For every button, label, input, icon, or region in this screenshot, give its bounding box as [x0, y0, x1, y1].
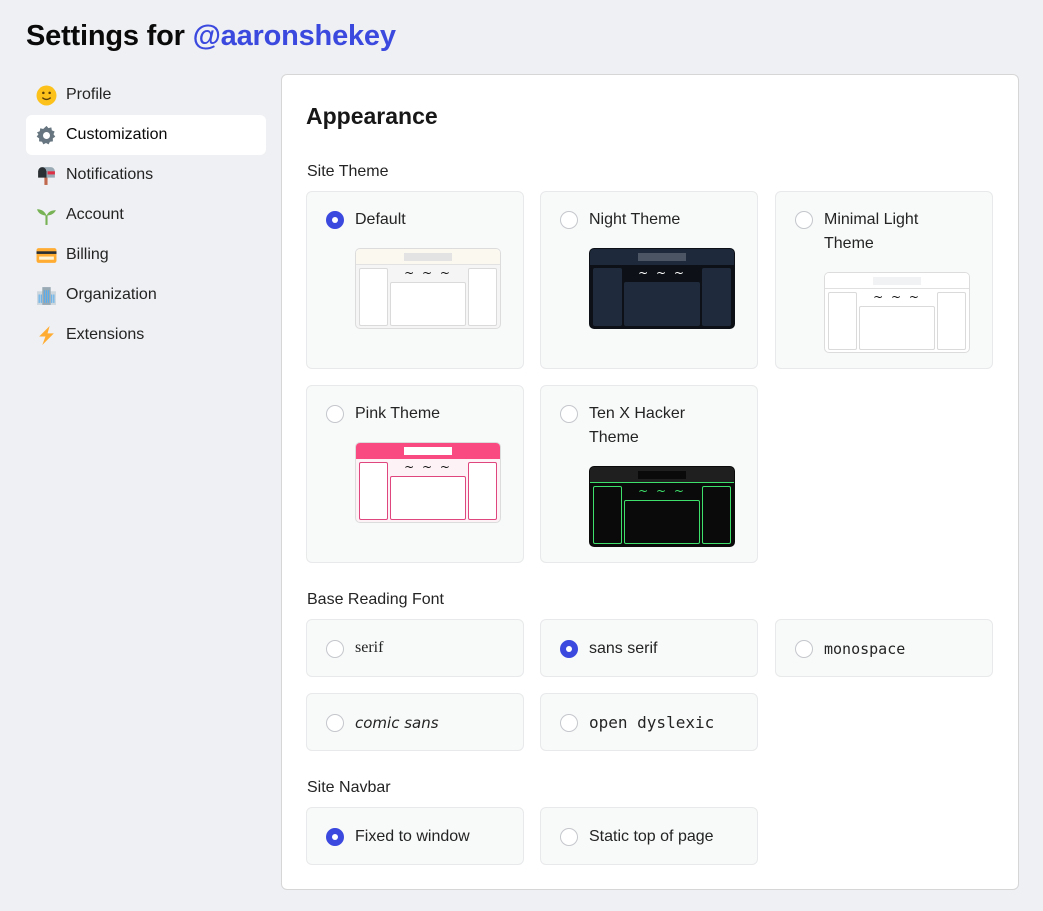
preview-right-column — [702, 486, 731, 544]
pink-theme-preview: ~ ~ ~ — [355, 442, 501, 523]
preview-left-column — [359, 268, 388, 326]
preview-left-column — [359, 462, 388, 520]
sidebar-item-label: Profile — [66, 86, 112, 103]
radio-button[interactable] — [326, 714, 344, 732]
theme-option-ten-x-hacker[interactable]: Ten X Hacker Theme ~ ~ ~ — [540, 385, 758, 563]
lightning-bolt-icon — [35, 324, 57, 346]
radio-button[interactable] — [795, 211, 813, 229]
smiley-face-icon — [35, 84, 57, 106]
settings-sidebar: Profile Customization Notifications Acco… — [26, 75, 266, 355]
navbar-option-label: Static top of page — [589, 828, 714, 845]
sidebar-item-profile[interactable]: Profile — [26, 75, 266, 115]
navbar-option-fixed[interactable]: Fixed to window — [306, 807, 524, 865]
preview-left-column — [828, 292, 857, 350]
preview-center-column — [624, 282, 700, 326]
sidebar-item-account[interactable]: Account — [26, 195, 266, 235]
preview-center-column — [390, 282, 466, 326]
appearance-panel: Appearance Site Theme Default ~ ~ ~ Nigh… — [281, 74, 1019, 890]
page-title: Settings for @aaronshekey — [26, 20, 396, 53]
font-option-sans-serif[interactable]: sans serif — [540, 619, 758, 677]
sidebar-item-billing[interactable]: Billing — [26, 235, 266, 275]
theme-option-minimal-light[interactable]: Minimal Light Theme ~ ~ ~ — [775, 191, 993, 369]
sidebar-item-label: Organization — [66, 286, 157, 303]
preview-left-column — [593, 268, 622, 326]
preview-center-column — [859, 306, 935, 350]
radio-button[interactable] — [326, 640, 344, 658]
site-navbar-label: Site Navbar — [307, 779, 391, 796]
ten-x-hacker-theme-preview: ~ ~ ~ — [589, 466, 735, 547]
night-theme-preview: ~ ~ ~ — [589, 248, 735, 329]
sidebar-item-organization[interactable]: Organization — [26, 275, 266, 315]
preview-tilde: ~ ~ ~ — [638, 266, 686, 280]
site-theme-label: Site Theme — [307, 163, 389, 180]
radio-button[interactable] — [560, 714, 578, 732]
radio-button[interactable] — [326, 405, 344, 423]
preview-tilde: ~ ~ ~ — [404, 266, 452, 280]
font-option-label: sans serif — [589, 640, 658, 657]
preview-right-column — [468, 462, 497, 520]
minimal-light-theme-preview: ~ ~ ~ — [824, 272, 970, 353]
font-option-label: serif — [355, 639, 384, 656]
preview-right-column — [937, 292, 966, 350]
mailbox-icon — [35, 164, 57, 186]
sidebar-item-label: Billing — [66, 246, 109, 263]
sidebar-item-customization[interactable]: Customization — [26, 115, 266, 155]
font-option-label: open dyslexic — [589, 713, 715, 732]
preview-right-column — [468, 268, 497, 326]
preview-search-bar — [638, 253, 686, 261]
seedling-icon — [35, 204, 57, 226]
sidebar-item-label: Customization — [66, 126, 168, 143]
theme-option-default[interactable]: Default ~ ~ ~ — [306, 191, 524, 369]
default-theme-preview: ~ ~ ~ — [355, 248, 501, 329]
font-option-monospace[interactable]: monospace — [775, 619, 993, 677]
preview-center-column — [390, 476, 466, 520]
theme-option-label: Pink Theme — [355, 405, 441, 422]
credit-card-icon — [35, 244, 57, 266]
sidebar-item-extensions[interactable]: Extensions — [26, 315, 266, 355]
font-option-serif[interactable]: serif — [306, 619, 524, 677]
preview-search-bar — [404, 447, 452, 455]
preview-search-bar — [873, 277, 921, 285]
sidebar-item-notifications[interactable]: Notifications — [26, 155, 266, 195]
preview-center-column — [624, 500, 700, 544]
preview-tilde: ~ ~ ~ — [638, 484, 686, 498]
theme-option-label: Night Theme — [589, 211, 681, 228]
preview-tilde: ~ ~ ~ — [873, 290, 921, 304]
theme-option-label: Default — [355, 211, 406, 228]
gear-icon — [35, 124, 57, 146]
radio-button[interactable] — [560, 828, 578, 846]
preview-search-bar — [404, 253, 452, 261]
font-option-open-dyslexic[interactable]: open dyslexic — [540, 693, 758, 751]
panel-title: Appearance — [306, 103, 438, 129]
font-option-label: comic sans — [355, 714, 439, 732]
reading-font-label: Base Reading Font — [307, 591, 444, 608]
preview-search-bar — [638, 471, 686, 479]
sidebar-item-label: Notifications — [66, 166, 154, 183]
radio-button[interactable] — [326, 211, 344, 229]
theme-option-night[interactable]: Night Theme ~ ~ ~ — [540, 191, 758, 369]
preview-left-column — [593, 486, 622, 544]
theme-option-label: Minimal Light Theme — [824, 211, 919, 252]
navbar-option-label: Fixed to window — [355, 828, 470, 845]
radio-button[interactable] — [560, 405, 578, 423]
radio-button[interactable] — [795, 640, 813, 658]
font-option-label: monospace — [824, 640, 906, 658]
radio-button[interactable] — [560, 211, 578, 229]
radio-button[interactable] — [560, 640, 578, 658]
radio-button[interactable] — [326, 828, 344, 846]
username-link[interactable]: @aaronshekey — [193, 20, 396, 52]
theme-option-label: Ten X Hacker Theme — [589, 405, 686, 446]
preview-right-column — [702, 268, 731, 326]
office-building-icon — [35, 284, 57, 306]
sidebar-item-label: Account — [66, 206, 124, 223]
preview-tilde: ~ ~ ~ — [404, 460, 452, 474]
font-option-comic-sans[interactable]: comic sans — [306, 693, 524, 751]
navbar-option-static[interactable]: Static top of page — [540, 807, 758, 865]
page-title-prefix: Settings for — [26, 20, 193, 52]
theme-option-pink[interactable]: Pink Theme ~ ~ ~ — [306, 385, 524, 563]
sidebar-item-label: Extensions — [66, 326, 145, 343]
